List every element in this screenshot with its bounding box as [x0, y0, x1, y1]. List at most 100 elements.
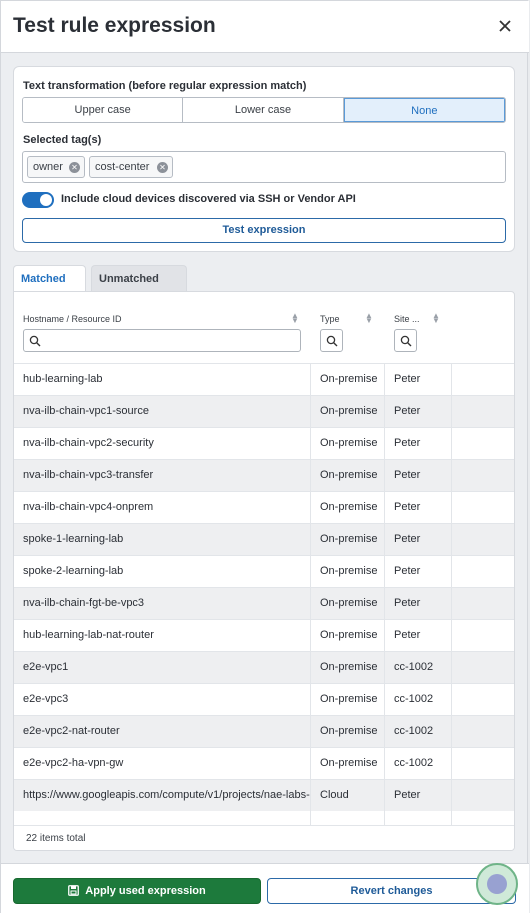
- type-cell: On-premise: [320, 725, 378, 737]
- search-icon: [326, 335, 338, 347]
- option-none[interactable]: None: [343, 98, 505, 122]
- assistant-icon-glyph: [487, 874, 507, 894]
- results-table: Hostname / Resource ID ▲ ▼ Type ▲ ▼ Site .…: [13, 291, 515, 851]
- page-title: Test rule expression: [13, 14, 216, 37]
- site-cell: cc-1002: [394, 757, 434, 769]
- sort-icon[interactable]: ▲ ▼: [432, 312, 440, 325]
- hostname-cell: e2e-vpc2-nat-router: [23, 725, 120, 737]
- column-header-hostname[interactable]: Hostname / Resource ID: [23, 314, 122, 324]
- type-cell: On-premise: [320, 437, 378, 449]
- hostname-filter-input[interactable]: [23, 329, 301, 352]
- hostname-cell: nva-ilb-chain-fgt-be-vpc3: [23, 597, 145, 609]
- type-filter-button[interactable]: [320, 329, 343, 352]
- type-cell: On-premise: [320, 565, 378, 577]
- site-cell: Peter: [394, 501, 421, 513]
- table-row[interactable]: nva-ilb-chain-fgt-be-vpc3 On-premise Peter: [14, 587, 514, 619]
- hostname-cell: nva-ilb-chain-vpc2-security: [23, 437, 154, 449]
- site-cell: cc-1002: [394, 693, 434, 705]
- test-expression-button[interactable]: Test expression: [22, 218, 506, 243]
- cloud-devices-toggle-label: Include cloud devices discovered via SSH…: [61, 193, 356, 205]
- table-row[interactable]: nva-ilb-chain-vpc3-transfer On-premise Pet…: [14, 459, 514, 491]
- table-row[interactable]: nva-ilb-chain-vpc2-security On-premise Pet…: [14, 427, 514, 459]
- type-cell: On-premise: [320, 533, 378, 545]
- table-footer: 22 items total: [14, 825, 514, 850]
- save-icon: [68, 885, 80, 896]
- tab-unmatched[interactable]: Unmatched140: [91, 265, 187, 313]
- type-cell: On-premise: [320, 693, 378, 705]
- hostname-cell: nva-ilb-chain-vpc4-onprem: [23, 501, 154, 513]
- column-divider: [384, 363, 385, 825]
- expression-settings-card: Text transformation (before regular expr…: [13, 66, 515, 252]
- close-icon[interactable]: [495, 17, 515, 37]
- tag-chip-label: owner: [33, 161, 63, 173]
- type-cell: On-premise: [320, 405, 378, 417]
- type-cell: On-premise: [320, 373, 378, 385]
- tag-chip-cost-center: cost-center ✕: [89, 156, 173, 178]
- site-cell: Peter: [394, 789, 421, 801]
- tab-label: Matched: [21, 273, 66, 285]
- panel-header: Test rule expression: [1, 1, 529, 53]
- table-row[interactable]: e2e-vpc2-nat-router On-premise cc-1002: [14, 715, 514, 747]
- table-row[interactable]: spoke-2-learning-lab On-premise Peter: [14, 555, 514, 587]
- toggle-knob: [40, 194, 52, 206]
- selected-tags-label: Selected tag(s): [23, 134, 102, 146]
- table-row[interactable]: nva-ilb-chain-vpc1-source On-premise Peter: [14, 395, 514, 427]
- table-body: hub-learning-lab On-premise Peter nva-ilb-c…: [14, 363, 514, 811]
- transformation-segmented-control: Upper case Lower case None: [22, 97, 506, 123]
- table-row[interactable]: https://www.googleapis.com/compute/v1/pr…: [14, 779, 514, 811]
- hostname-cell: hub-learning-lab: [23, 373, 103, 385]
- type-cell: On-premise: [320, 597, 378, 609]
- hostname-cell: e2e-vpc2-ha-vpn-gw: [23, 757, 124, 769]
- hostname-cell: nva-ilb-chain-vpc1-source: [23, 405, 149, 417]
- action-bar: Apply used expression Revert changes: [1, 863, 529, 913]
- type-cell: On-premise: [320, 661, 378, 673]
- assistant-icon[interactable]: [476, 863, 518, 905]
- tab-label: Unmatched: [99, 273, 159, 285]
- site-cell: cc-1002: [394, 661, 434, 673]
- tags-input[interactable]: owner ✕ cost-center ✕: [22, 151, 506, 183]
- site-cell: cc-1002: [394, 725, 434, 737]
- table-row[interactable]: e2e-vpc3 On-premise cc-1002: [14, 683, 514, 715]
- table-row[interactable]: hub-learning-lab On-premise Peter: [14, 363, 514, 395]
- site-cell: Peter: [394, 597, 421, 609]
- tab-matched[interactable]: Matched22: [13, 265, 86, 313]
- type-cell: Cloud: [320, 789, 349, 801]
- test-rule-panel: Test rule expression Text transformation…: [0, 0, 529, 913]
- search-icon: [29, 335, 41, 347]
- hostname-cell: e2e-vpc1: [23, 661, 69, 673]
- table-row[interactable]: e2e-vpc1 On-premise cc-1002: [14, 651, 514, 683]
- option-lower-case[interactable]: Lower case: [183, 98, 344, 122]
- column-header-site[interactable]: Site ...: [394, 314, 420, 324]
- tag-chip-label: cost-center: [95, 161, 150, 173]
- site-cell: Peter: [394, 373, 421, 385]
- sort-icon[interactable]: ▲ ▼: [365, 312, 373, 325]
- tag-chip-owner: owner ✕: [27, 156, 85, 178]
- type-cell: On-premise: [320, 501, 378, 513]
- table-row[interactable]: nva-ilb-chain-vpc4-onprem On-premise Peter: [14, 491, 514, 523]
- site-filter-button[interactable]: [394, 329, 417, 352]
- table-row[interactable]: spoke-1-learning-lab On-premise Peter: [14, 523, 514, 555]
- hostname-cell: spoke-1-learning-lab: [23, 533, 124, 545]
- site-cell: Peter: [394, 405, 421, 417]
- column-divider: [310, 363, 311, 825]
- apply-label: Apply used expression: [85, 885, 206, 897]
- hostname-cell: nva-ilb-chain-vpc3-transfer: [23, 469, 154, 481]
- type-cell: On-premise: [320, 757, 378, 769]
- site-cell: Peter: [394, 437, 421, 449]
- table-row[interactable]: e2e-vpc2-ha-vpn-gw On-premise cc-1002: [14, 747, 514, 779]
- site-cell: Peter: [394, 565, 421, 577]
- remove-tag-icon[interactable]: ✕: [69, 162, 80, 173]
- sort-icon[interactable]: ▲ ▼: [291, 312, 299, 325]
- transformation-label: Text transformation (before regular expr…: [23, 80, 307, 92]
- cloud-devices-toggle[interactable]: [22, 192, 54, 208]
- remove-tag-icon[interactable]: ✕: [157, 162, 168, 173]
- search-icon: [400, 335, 412, 347]
- table-row[interactable]: hub-learning-lab-nat-router On-premise Pet…: [14, 619, 514, 651]
- hostname-cell: https://www.googleapis.com/compute/v1/pr…: [23, 789, 310, 801]
- apply-expression-button[interactable]: Apply used expression: [13, 878, 261, 904]
- hostname-cell: e2e-vpc3: [23, 693, 69, 705]
- type-cell: On-premise: [320, 469, 378, 481]
- option-upper-case[interactable]: Upper case: [23, 98, 184, 122]
- hostname-cell: spoke-2-learning-lab: [23, 565, 124, 577]
- column-header-type[interactable]: Type: [320, 314, 340, 324]
